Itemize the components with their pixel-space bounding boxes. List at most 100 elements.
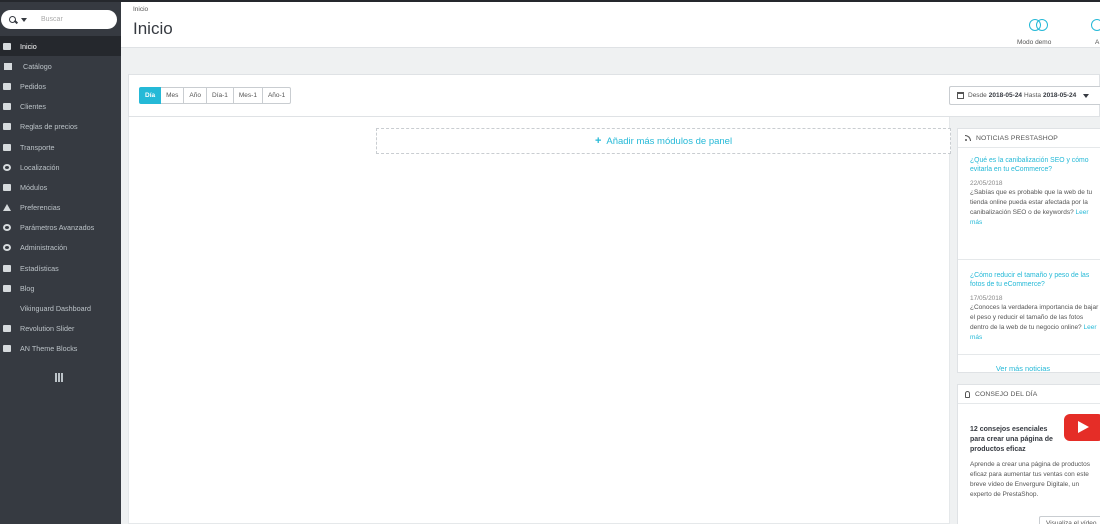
sidebar-item-label: Clientes [20, 102, 46, 112]
sidebar-item-catalogo[interactable]: Catálogo [0, 56, 121, 76]
sidebar-item-transporte[interactable]: Transporte [0, 137, 121, 157]
add-dashboard-modules-button[interactable]: + Añadir más módulos de panel [376, 128, 951, 154]
search-input[interactable] [41, 16, 101, 23]
sidebar-item-administracion[interactable]: Administración [0, 238, 121, 258]
sidebar-item-label: Estadísticas [20, 263, 59, 273]
calendar-icon [957, 92, 964, 99]
date-from-value: 2018-05-24 [988, 92, 1023, 99]
news-item: ¿Cómo reducir el tamaño y peso de las fo… [958, 260, 1100, 355]
help-icon[interactable] [1091, 19, 1100, 31]
sidebar-item-revolution-slider[interactable]: Revolution Slider [0, 319, 121, 339]
sidebar-item-modulos[interactable]: Módulos [0, 177, 121, 197]
dashboard-main-area [128, 117, 950, 524]
sidebar-item-pedidos[interactable]: Pedidos [0, 76, 121, 96]
news-excerpt: ¿Conoces la verdadera importancia de baj… [970, 303, 1100, 343]
cogs-icon [3, 224, 11, 232]
users-icon [3, 103, 11, 111]
wrench-icon [3, 204, 11, 212]
sidebar-item-label: Vikinguard Dashboard [20, 304, 91, 314]
date-from-label: Desde [968, 92, 987, 99]
date-filter-bar: Día Mes Año Día-1 Mes-1 Año-1 Desde 2018… [128, 74, 1100, 117]
tip-heading-text: CONSEJO DEL DÍA [975, 390, 1038, 398]
tags-icon [3, 123, 11, 131]
page-title: Inicio [133, 19, 173, 38]
prestashop-news-panel: NOTICIAS PRESTASHOP ¿Qué es la canibaliz… [957, 128, 1100, 373]
rss-icon [965, 135, 971, 141]
chevron-down-icon[interactable] [21, 17, 27, 22]
search-icon[interactable] [8, 15, 18, 25]
sidebar-item-blog[interactable]: Blog [0, 278, 121, 298]
bookmark-icon [4, 62, 12, 70]
truck-icon [3, 143, 11, 151]
tip-body: Aprende a crear una página de productos … [970, 461, 1090, 498]
period-mes-1-button[interactable]: Mes-1 [233, 87, 263, 104]
sidebar-menu: Inicio Catálogo Pedidos Clientes Reglas … [0, 36, 121, 359]
sidebar-item-label: Revolution Slider [20, 324, 75, 334]
tip-title: 12 consejos esenciales para crear una pá… [970, 426, 1053, 453]
sidebar-item-parametros-avanzados[interactable]: Parámetros Avanzados [0, 218, 121, 238]
search-box[interactable] [1, 10, 117, 29]
bar-chart-icon [3, 264, 11, 272]
sidebar-item-label: Blog [20, 283, 35, 293]
news-title-link[interactable]: ¿Qué es la canibalización SEO y cómo evi… [970, 155, 1096, 173]
sidebar-item-inicio[interactable]: Inicio [0, 36, 121, 57]
sidebar-item-label: AN Theme Blocks [20, 344, 78, 354]
sidebar-item-reglas-de-precios[interactable]: Reglas de precios [0, 117, 121, 137]
caret-down-icon [1083, 93, 1090, 98]
breadcrumb[interactable]: Inicio [133, 6, 148, 13]
globe-icon [3, 163, 11, 171]
add-modules-label: Añadir más módulos de panel [606, 135, 733, 147]
sidebar-item-label: Administración [20, 243, 68, 253]
sidebar-item-label: Localización [20, 162, 60, 172]
sidebar-item-estadisticas[interactable]: Estadísticas [0, 258, 121, 278]
puzzle-icon [3, 183, 11, 191]
lightbulb-icon [965, 390, 970, 398]
demo-mode-toggle-icon[interactable] [1029, 19, 1049, 31]
news-title-link[interactable]: ¿Cómo reducir el tamaño y peso de las fo… [970, 270, 1096, 288]
sidebar-item-label: Parámetros Avanzados [20, 223, 95, 233]
news-item: ¿Qué es la canibalización SEO y cómo evi… [958, 148, 1100, 260]
sidebar-item-preferencias[interactable]: Preferencias [0, 198, 121, 218]
sidebar-item-label: Reglas de precios [20, 122, 78, 132]
youtube-play-icon[interactable] [1064, 414, 1100, 441]
cog-icon [3, 244, 11, 252]
sidebar-item-label: Inicio [20, 41, 37, 51]
tip-of-the-day-panel: CONSEJO DEL DÍA 12 consejos esenciales p… [957, 384, 1100, 524]
image-icon [3, 325, 11, 333]
dashboard-icon [3, 42, 11, 50]
news-date: 17/05/2018 [970, 295, 1003, 302]
tip-panel-heading: CONSEJO DEL DÍA [958, 385, 1100, 404]
news-date: 22/05/2018 [970, 180, 1003, 187]
date-to-label: Hasta [1024, 92, 1042, 99]
period-dia-1-button[interactable]: Día-1 [206, 87, 234, 104]
plus-icon: + [594, 135, 602, 147]
news-excerpt: ¿Sabías que es probable que la web de tu… [970, 188, 1100, 228]
sidebar-item-vikinguard-dashboard[interactable]: Vikinguard Dashboard [0, 298, 121, 318]
page-header: Inicio Inicio Modo demo A [121, 0, 1100, 48]
news-panel-heading: NOTICIAS PRESTASHOP [958, 129, 1100, 148]
grid-icon [3, 345, 11, 353]
news-heading-text: NOTICIAS PRESTASHOP [976, 134, 1058, 142]
period-mes-button[interactable]: Mes [161, 87, 185, 104]
period-ano-button[interactable]: Año [184, 87, 207, 104]
sidebar-item-label: Preferencias [20, 203, 61, 213]
sidebar-item-an-theme-blocks[interactable]: AN Theme Blocks [0, 339, 121, 359]
see-more-news-link[interactable]: Ver más noticias [958, 364, 1100, 373]
sidebar-item-label: Módulos [20, 182, 48, 192]
date-range-picker[interactable]: Desde 2018-05-24 Hasta 2018-05-24 [949, 86, 1100, 105]
period-ano-1-button[interactable]: Año-1 [262, 87, 292, 104]
sidebar-item-clientes[interactable]: Clientes [0, 97, 121, 117]
credit-card-icon [3, 82, 11, 90]
news-excerpt-text: ¿Conoces la verdadera importancia de baj… [970, 304, 1099, 331]
collapse-sidebar-icon[interactable] [55, 373, 63, 382]
sidebar-item-label: Catálogo [23, 61, 52, 71]
blank-icon [3, 305, 11, 312]
period-dia-button[interactable]: Día [139, 87, 162, 104]
demo-mode-label[interactable]: Modo demo [1017, 39, 1051, 46]
period-button-group: Día Mes Año Día-1 Mes-1 Año-1 [139, 87, 292, 104]
sidebar-item-localizacion[interactable]: Localización [0, 157, 121, 177]
sidebar: Inicio Catálogo Pedidos Clientes Reglas … [0, 0, 121, 524]
sidebar-item-label: Transporte [20, 142, 55, 152]
help-label[interactable]: A [1095, 39, 1099, 46]
watch-video-button[interactable]: Visualiza el vídeo [1039, 516, 1100, 524]
